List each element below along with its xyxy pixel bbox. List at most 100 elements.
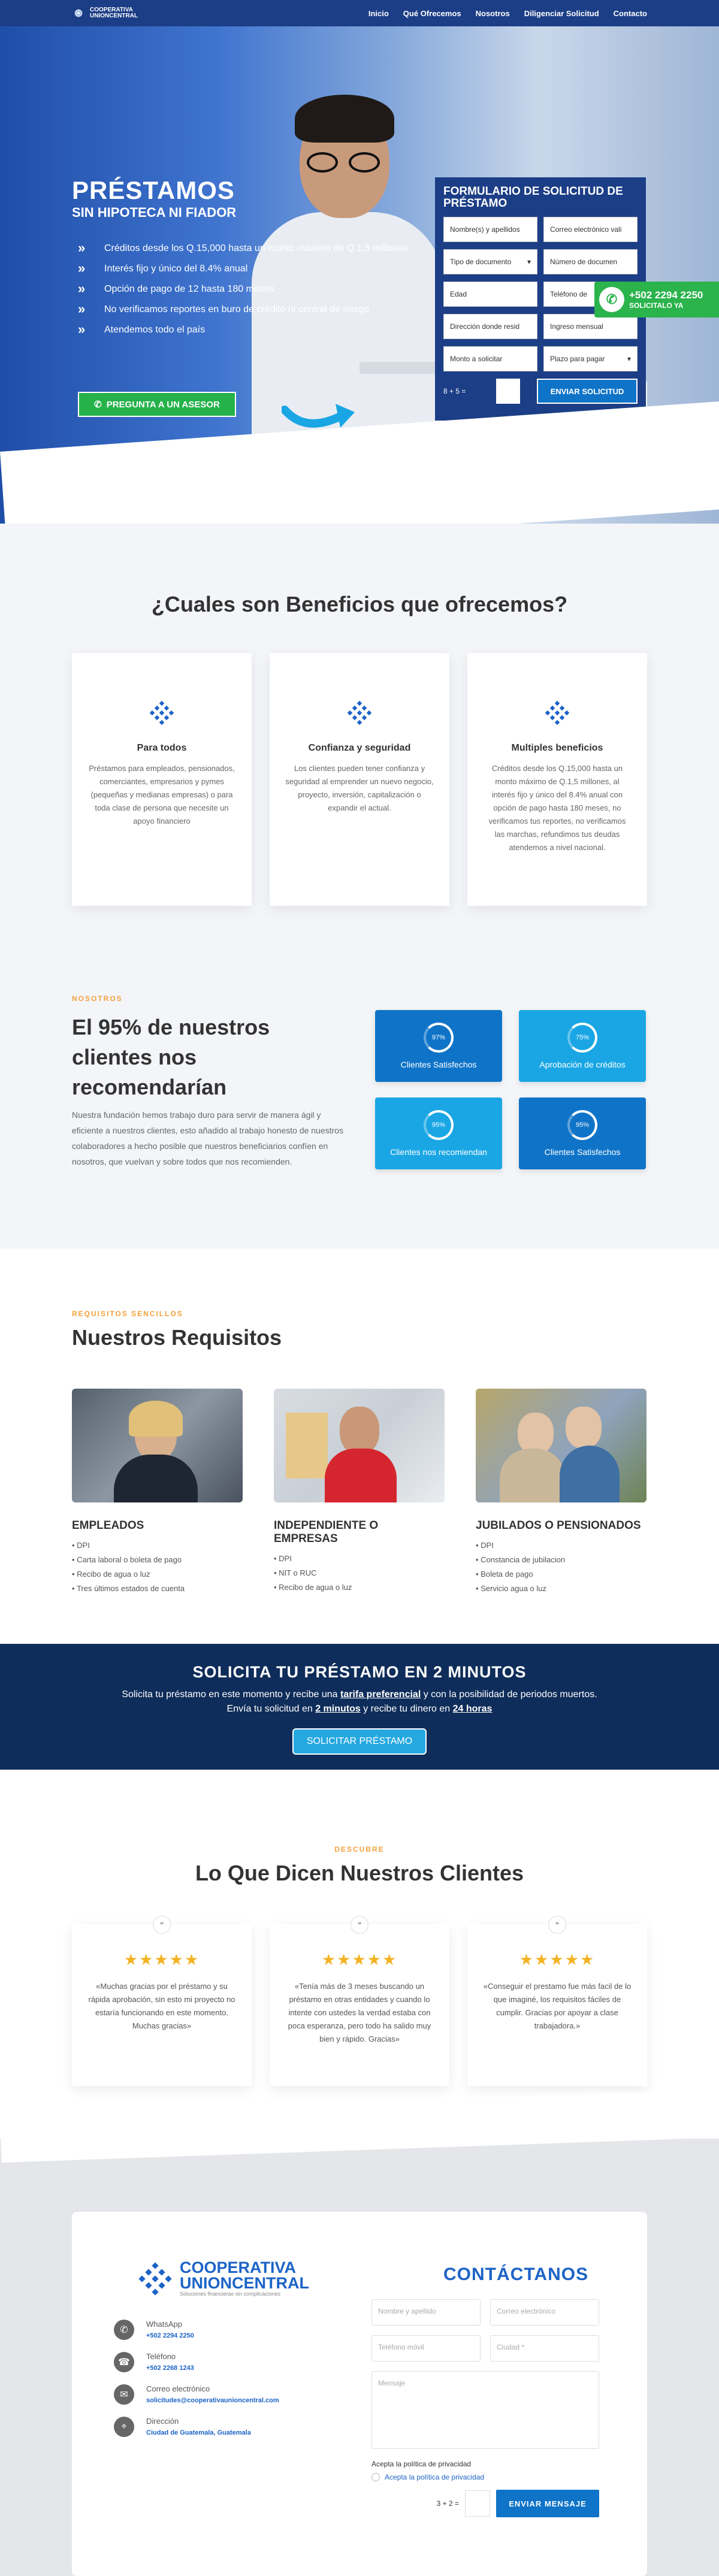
double-chevron-icon: » — [78, 240, 86, 255]
privacy-checkbox[interactable]: Acepta la política de privacidad — [371, 2473, 599, 2481]
list-item: » Atendemos todo el país — [78, 322, 206, 337]
double-chevron-icon: » — [78, 261, 86, 276]
requirement-title: INDEPENDIENTE O EMPRESAS — [274, 1519, 379, 1545]
cta-highlight: 24 horas — [452, 1704, 493, 1714]
phone-link[interactable]: +502 2268 1243 — [146, 2365, 194, 2372]
list-item: DPI — [274, 1552, 445, 1566]
testimonial-text: «Conseguir el prestamo fue más facil de … — [483, 1982, 632, 2030]
checkbox-icon — [371, 2473, 380, 2481]
list-item: DPI — [72, 1538, 243, 1553]
progress-ring: 95% — [424, 1110, 454, 1140]
progress-ring: 95% — [567, 1110, 597, 1140]
request-loan-button[interactable]: SOLICITAR PRÉSTAMO — [292, 1728, 427, 1755]
email-field[interactable]: Correo electrónico vali — [543, 217, 638, 242]
brand-logo[interactable]: COOPERATIVA UNIONCENTRAL — [72, 7, 138, 20]
list-item: NIT o RUC — [274, 1566, 445, 1580]
contact-phone-field[interactable]: Teléfono móvil — [371, 2335, 481, 2362]
contact-title: CONTÁCTANOS — [443, 2264, 589, 2284]
testimonial-card: ❝ ★★★★★ «Muchas gracias por el préstamo … — [72, 1916, 252, 2086]
whatsapp-label: SOLICITALO YA — [629, 301, 684, 310]
whatsapp-float-button[interactable]: ✆ +502 2294 2250 SOLICITALO YA — [594, 282, 719, 318]
whatsapp-link[interactable]: +502 2294 2250 — [146, 2332, 194, 2339]
contact-name-field[interactable]: Nombre y apellido — [371, 2299, 481, 2326]
list-item: DPI — [476, 1538, 647, 1553]
contact-city-field[interactable]: Ciudad * — [490, 2335, 599, 2362]
stat-tile: 95% Clientes nos recomiendan — [375, 1097, 502, 1169]
stat-tile: 75% Aprobación de créditos — [519, 1010, 646, 1082]
cta-highlight: tarifa preferencial — [340, 1689, 421, 1700]
send-message-button[interactable]: ENVIAR MENSAJE — [496, 2490, 599, 2517]
testimonials-title: Lo Que Dicen Nuestros Clientes — [195, 1861, 524, 1885]
list-item: Constancia de jubilacion — [476, 1553, 647, 1567]
benefit-card-title: Multiples beneficios — [511, 743, 603, 753]
contact-info: ✆ WhatsApp +502 2294 2250 ☎ Teléfono +502 … — [114, 2320, 279, 2449]
address-link[interactable]: Ciudad de Guatemala, Guatemala — [146, 2429, 251, 2436]
list-item: Carta laboral o boleta de pago — [72, 1553, 243, 1567]
map-pin-icon: ⌖ — [114, 2417, 134, 2437]
nav-link-diligenciar[interactable]: Diligenciar Solicitud — [524, 9, 599, 18]
stats-text: Nuestra fundación hemos trabajo duro par… — [72, 1110, 343, 1166]
business-photo — [274, 1389, 445, 1502]
age-field[interactable]: Edad — [443, 282, 537, 307]
stat-label: Clientes Satisfechos — [544, 1147, 621, 1157]
contact-captcha-question: 3 + 2 = — [436, 2499, 459, 2508]
list-item: Recibo de agua o luz — [72, 1567, 243, 1582]
nav-link-que-ofrecemos[interactable]: Qué Ofrecemos — [403, 9, 461, 18]
chevron-down-icon: ▾ — [527, 258, 531, 266]
name-field[interactable]: Nombre(s) y apellidos — [443, 217, 537, 242]
requirements-title: Nuestros Requisitos — [72, 1325, 282, 1350]
term-select[interactable]: Plazo para pagar ▾ — [543, 346, 638, 371]
amount-field[interactable]: Monto a solicitar — [443, 346, 537, 371]
list-item: Tres últimos estados de cuenta — [72, 1582, 243, 1596]
benefit-card-title: Para todos — [137, 743, 187, 753]
brand-logo-large: COOPERATIVA UNIONCENTRAL Soluciones fina… — [138, 2260, 309, 2297]
benefits-title: ¿Cuales son Beneficios que ofrecemos? — [151, 592, 568, 616]
income-field[interactable]: Ingreso mensual — [543, 314, 638, 339]
requirements-overline: REQUISITOS SENCILLOS — [72, 1310, 183, 1318]
benefits-cards: Para todos Préstamos para empleados, pen… — [72, 653, 647, 906]
star-rating: ★★★★★ — [321, 1951, 398, 1969]
ask-advisor-button[interactable]: ✆ PREGUNTA A UN ASESOR — [78, 392, 236, 417]
stat-tile: 95% Clientes Satisfechos — [519, 1097, 646, 1169]
nav-link-contacto[interactable]: Contacto — [614, 9, 647, 18]
address-field[interactable]: Dirección donde resid — [443, 314, 537, 339]
contact-message-field[interactable]: Mensaje — [371, 2371, 599, 2449]
requirement-title: JUBILADOS O PENSIONADOS — [476, 1519, 641, 1532]
send-request-button[interactable]: ENVIAR SOLICITUD — [537, 379, 638, 404]
nav-link-inicio[interactable]: Inicio — [368, 9, 389, 18]
hero-bullets: » Créditos desde los Q.15,000 hasta un mo… — [78, 241, 413, 343]
document-number-field[interactable]: Número de documen — [543, 249, 638, 274]
list-item: » Créditos desde los Q.15,000 hasta un mo… — [78, 240, 408, 255]
requirement-title: EMPLEADOS — [72, 1519, 144, 1532]
benefit-card: Confianza y seguridad Los clientes puede… — [270, 653, 449, 906]
captcha-question: 8 + 5 = — [443, 387, 466, 395]
loan-form-title: FORMULARIO DE SOLICITUD DE PRÉSTAMO — [443, 185, 623, 210]
benefit-card-title: Confianza y seguridad — [308, 743, 411, 753]
benefit-card: Para todos Préstamos para empleados, pen… — [72, 653, 252, 906]
curved-arrow-icon — [282, 404, 355, 428]
stats-title: El 95% de nuestros clientes nos recomend… — [72, 1015, 270, 1099]
testimonial-card: ❝ ★★★★★ «Tenía más de 3 meses buscando u… — [270, 1916, 449, 2086]
nav-link-nosotros[interactable]: Nosotros — [476, 9, 510, 18]
captcha-input[interactable] — [496, 379, 520, 404]
requirement-column: JUBILADOS O PENSIONADOS DPI Constancia d… — [476, 1389, 647, 1596]
mail-icon: ✉ — [114, 2384, 134, 2405]
list-item: Servicio agua o luz — [476, 1582, 647, 1596]
contact-captcha-input[interactable] — [465, 2490, 490, 2517]
email-link[interactable]: solicitudes@cooperativaunioncentral.com — [146, 2397, 279, 2404]
phone-icon: ☎ — [114, 2352, 134, 2372]
double-chevron-icon: » — [78, 301, 86, 316]
double-chevron-icon: » — [78, 322, 86, 337]
diamond-dots-icon — [545, 700, 570, 725]
document-type-select[interactable]: Tipo de documento ▾ — [443, 249, 537, 274]
contact-item: ✉ Correo electrónico solicitudes@cooperat… — [114, 2384, 279, 2405]
contact-email-field[interactable]: Correo electrónico — [490, 2299, 599, 2326]
employee-photo — [72, 1389, 243, 1502]
retirees-photo — [476, 1389, 647, 1502]
stat-label: Aprobación de créditos — [539, 1060, 626, 1069]
double-chevron-icon: » — [78, 281, 86, 296]
contact-card: COOPERATIVA UNIONCENTRAL Soluciones fina… — [72, 2212, 647, 2576]
requirement-column: INDEPENDIENTE O EMPRESAS DPI NIT o RUC R… — [274, 1389, 445, 1596]
testimonials-overline: DESCUBRE — [334, 1845, 385, 1854]
stat-label: Clientes nos recomiendan — [390, 1147, 487, 1157]
